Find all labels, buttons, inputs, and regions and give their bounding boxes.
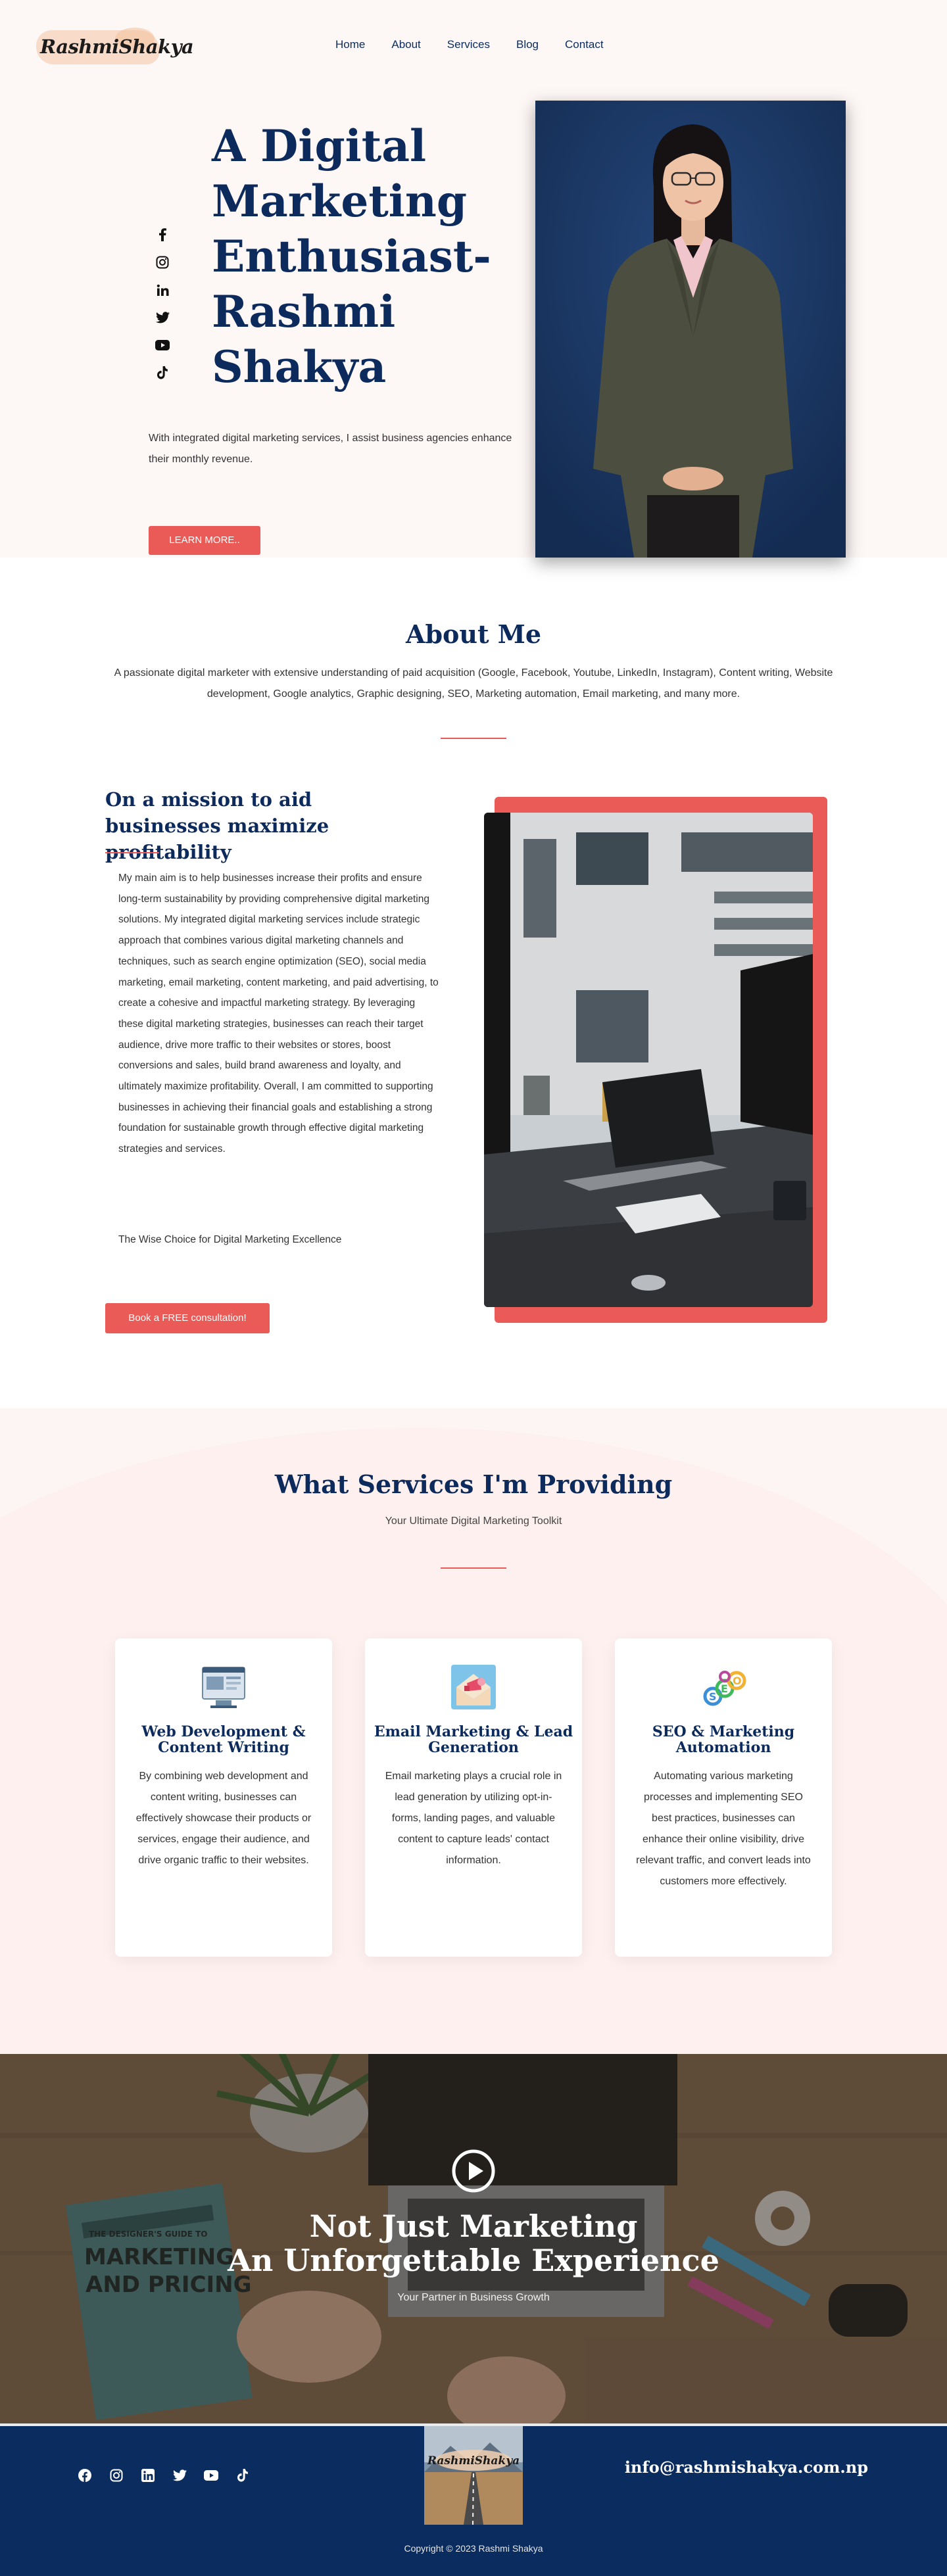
footer-logo-text: RashmiShakya xyxy=(427,2454,520,2468)
service-card-web[interactable]: Web Development & Content Writing By com… xyxy=(115,1638,332,1957)
footer-copyright: Copyright © 2023 Rashmi Shakya xyxy=(404,2543,543,2554)
site-header: RashmiShakya Home About Services Blog Co… xyxy=(0,0,947,99)
svg-text:O: O xyxy=(733,1675,742,1687)
service-card-seo[interactable]: S E O SEO & Marketing Automation Automat… xyxy=(615,1638,832,1957)
book-consultation-button[interactable]: Book a FREE consultation! xyxy=(105,1303,270,1333)
linkedin-icon[interactable] xyxy=(155,283,170,297)
nav-home[interactable]: Home xyxy=(335,38,365,51)
hero-portrait-image xyxy=(535,101,846,558)
mission-tagline: The Wise Choice for Digital Marketing Ex… xyxy=(118,1234,342,1245)
services-subtitle: Your Ultimate Digital Marketing Toolkit xyxy=(385,1515,562,1527)
email-marketing-icon xyxy=(450,1663,497,1711)
service-card-text: By combining web development and content… xyxy=(135,1771,312,1866)
svg-text:S: S xyxy=(709,1690,717,1703)
mission-divider xyxy=(105,852,159,853)
service-card-title: SEO & Marketing Automation xyxy=(652,1723,795,1756)
linkedin-icon[interactable] xyxy=(141,2468,155,2483)
main-nav: Home About Services Blog Contact xyxy=(335,38,630,51)
youtube-icon[interactable] xyxy=(204,2468,218,2483)
banner-subtitle: Your Partner in Business Growth xyxy=(397,2292,550,2303)
hero-subtitle: With integrated digital marketing servic… xyxy=(149,433,512,465)
twitter-icon[interactable] xyxy=(172,2468,187,2483)
twitter-icon[interactable] xyxy=(155,310,170,325)
service-card-title: Web Development & Content Writing xyxy=(141,1723,306,1756)
instagram-icon[interactable] xyxy=(155,255,170,270)
mission-heading: On a mission to aid businesses maximize … xyxy=(105,788,329,863)
youtube-icon[interactable] xyxy=(155,338,170,352)
banner-heading: Not Just Marketing An Unforgettable Expe… xyxy=(0,2209,947,2278)
nav-blog[interactable]: Blog xyxy=(516,38,539,51)
nav-contact[interactable]: Contact xyxy=(565,38,604,51)
banner-heading-line1: Not Just Marketing xyxy=(309,2208,638,2244)
banner-heading-line2: An Unforgettable Experience xyxy=(228,2243,719,2278)
footer-social-links xyxy=(78,2468,250,2483)
services-heading: What Services I'm Providing xyxy=(274,1469,673,1499)
site-logo[interactable]: RashmiShakya xyxy=(36,26,194,67)
workspace-photo xyxy=(484,813,813,1307)
tiktok-icon[interactable] xyxy=(155,366,170,380)
footer-email-link[interactable]: info@rashmishakya.com.np xyxy=(625,2458,868,2477)
nav-services[interactable]: Services xyxy=(447,38,490,51)
instagram-icon[interactable] xyxy=(109,2468,124,2483)
hero-social-links xyxy=(155,227,170,393)
logo-text: RashmiShakya xyxy=(40,36,194,58)
web-development-icon xyxy=(200,1663,247,1711)
service-card-title: Email Marketing & Lead Generation xyxy=(374,1723,573,1756)
facebook-icon[interactable] xyxy=(78,2468,92,2483)
facebook-icon[interactable] xyxy=(155,227,170,242)
hero-title: A Digital Marketing Enthusiast- Rashmi S… xyxy=(212,120,491,393)
service-card-email[interactable]: Email Marketing & Lead Generation Email … xyxy=(365,1638,582,1957)
service-card-text: Email marketing plays a crucial role in … xyxy=(385,1771,562,1866)
about-text: A passionate digital marketer with exten… xyxy=(114,667,833,700)
footer-logo[interactable]: RashmiShakya xyxy=(424,2426,523,2525)
service-card-text: Automating various marketing processes a… xyxy=(636,1771,811,1887)
about-heading: About Me xyxy=(405,619,542,649)
play-video-button[interactable] xyxy=(451,2149,496,2193)
about-divider xyxy=(441,738,506,739)
mission-text: My main aim is to help businesses increa… xyxy=(118,872,439,1155)
seo-icon: S E O xyxy=(700,1663,747,1711)
learn-more-button[interactable]: LEARN MORE.. xyxy=(149,526,260,555)
services-divider xyxy=(441,1567,506,1569)
nav-about[interactable]: About xyxy=(391,38,420,51)
tiktok-icon[interactable] xyxy=(235,2468,250,2483)
svg-text:E: E xyxy=(721,1682,728,1695)
